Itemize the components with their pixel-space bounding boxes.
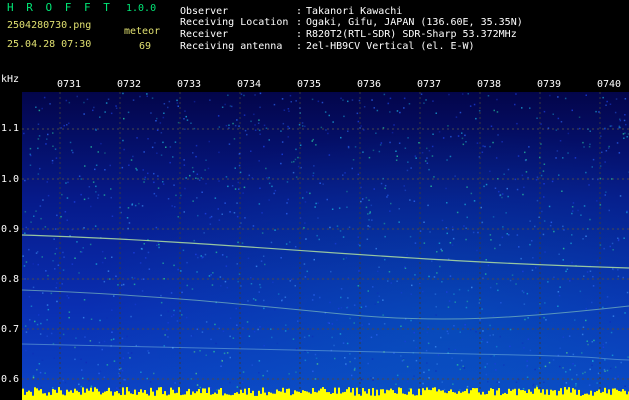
info-label: Receiving Location <box>180 17 289 28</box>
x-tick-label: 0734 <box>237 79 262 90</box>
y-tick-label: 1.1 <box>1 123 20 134</box>
x-tick-label: 0740 <box>597 79 622 90</box>
y-tick-label: 0.7 <box>1 324 20 335</box>
timestamp: 25.04.28 07:30 <box>7 39 92 50</box>
x-tick-label: 0737 <box>417 79 442 90</box>
filename: 2504280730.png <box>7 20 92 31</box>
info-value: Ogaki, Gifu, JAPAN (136.60E, 35.35N) <box>306 17 523 28</box>
info-value: Takanori Kawachi <box>306 6 403 17</box>
gridlines-vertical <box>59 92 601 400</box>
info-label: Receiving antenna <box>180 41 283 52</box>
info-colon: : <box>296 6 303 17</box>
spectrogram-grid <box>22 92 629 400</box>
info-colon: : <box>296 17 303 28</box>
y-tick-label: 1.0 <box>1 174 20 185</box>
mode-label: meteor <box>124 26 161 37</box>
app-version: 1.0.0 <box>126 3 157 14</box>
x-tick-label: 0738 <box>477 79 502 90</box>
y-tick-label: 0.8 <box>1 274 20 285</box>
signal-traces <box>22 234 629 361</box>
spectrogram <box>22 92 629 400</box>
noise-floor-bar <box>22 387 629 400</box>
app-title: H R O F F T <box>7 1 113 14</box>
x-tick-label: 0733 <box>177 79 202 90</box>
x-tick-label: 0735 <box>297 79 322 90</box>
info-colon: : <box>296 41 303 52</box>
noise-texture <box>22 92 629 394</box>
axis-unit-label: kHz <box>1 74 20 85</box>
x-tick-label: 0739 <box>537 79 562 90</box>
x-tick-label: 0732 <box>117 79 142 90</box>
x-tick-label: 0736 <box>357 79 382 90</box>
meteor-count: 69 <box>139 41 152 52</box>
info-value: 2el-HB9CV Vertical (el. E-W) <box>306 41 475 52</box>
info-value: R820T2(RTL-SDR) SDR-Sharp 53.372MHz <box>306 29 517 40</box>
hrofft-screen: H R O F F T 1.0.0 2504280730.png 25.04.2… <box>0 0 629 400</box>
gridlines-horizontal <box>22 128 629 380</box>
y-tick-label: 0.9 <box>1 224 20 235</box>
info-label: Observer <box>180 6 229 17</box>
x-tick-label: 0731 <box>57 79 82 90</box>
y-tick-label: 0.6 <box>1 374 20 385</box>
info-label: Receiver <box>180 29 229 40</box>
info-colon: : <box>296 29 303 40</box>
